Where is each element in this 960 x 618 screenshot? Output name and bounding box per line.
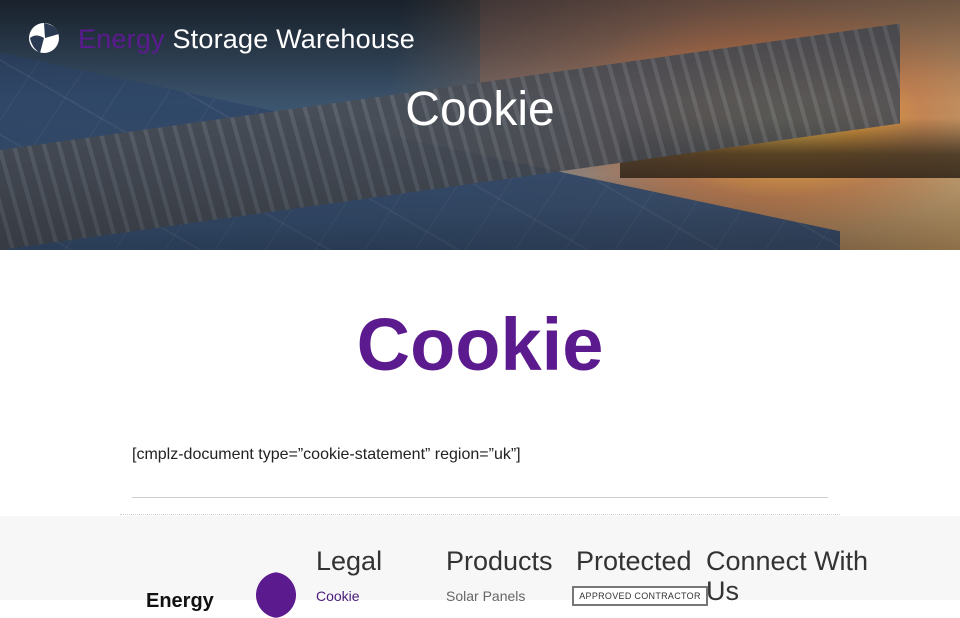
approved-contractor-badge: APPROVED CONTRACTOR <box>572 586 708 606</box>
hero-title: Cookie <box>405 83 555 136</box>
footer-brand-text[interactable]: Energy <box>146 590 214 613</box>
brand-logo-icon[interactable] <box>26 20 62 56</box>
content-divider <box>132 497 828 498</box>
page-title: Cookie <box>356 303 604 386</box>
footer-connect-heading: Connect With Us <box>706 546 869 606</box>
footer-products-heading: Products <box>446 546 553 576</box>
brand-accent-text: Energy <box>78 24 165 54</box>
hero-banner: Energy Storage Warehouse Cookie <box>0 0 960 250</box>
cookie-shortcode-text: [cmplz-document type=”cookie-statement” … <box>132 446 521 463</box>
footer-link-cookie[interactable]: Cookie <box>316 588 360 604</box>
footer-logo-icon <box>250 572 296 618</box>
footer-legal-heading: Legal <box>316 546 383 576</box>
footer-link-solar-panels[interactable]: Solar Panels <box>446 588 525 604</box>
site-brand[interactable]: Energy Storage Warehouse <box>78 24 415 55</box>
footer-divider <box>120 514 840 515</box>
brand-rest-text: Storage Warehouse <box>164 24 415 54</box>
footer-protected-heading: Protected <box>576 546 692 576</box>
